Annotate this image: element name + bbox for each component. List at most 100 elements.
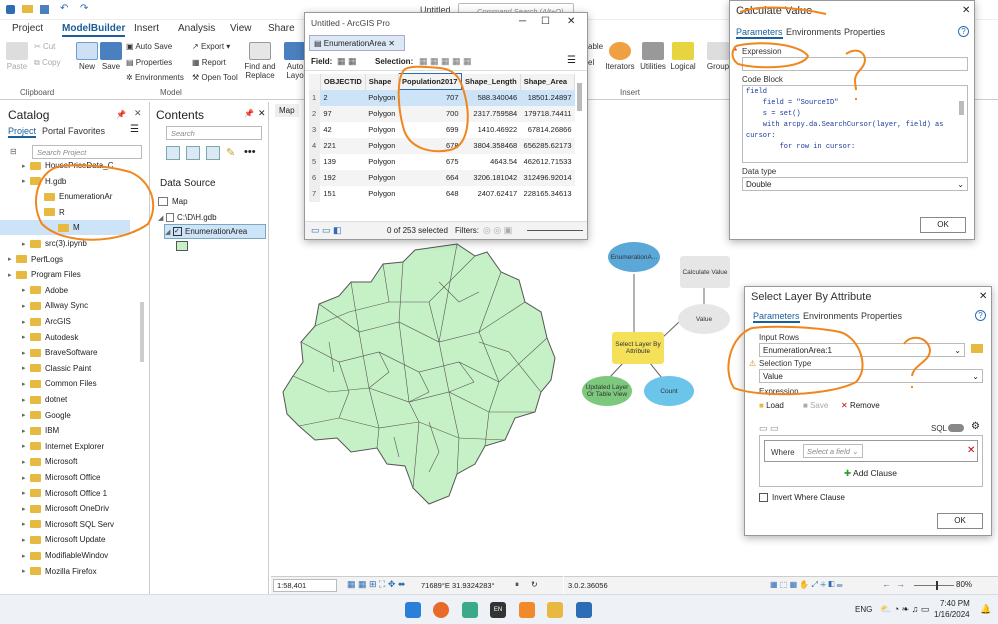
new-project-icon[interactable] [6, 5, 15, 14]
tree-item[interactable]: EnumerationAr [0, 189, 112, 204]
tree-item[interactable]: ▸ Microsoft Update [0, 532, 105, 547]
save-model-button[interactable]: Save [100, 42, 122, 71]
value-node[interactable]: Value [678, 304, 730, 334]
undo-icon[interactable]: ↶ [60, 3, 68, 14]
tab-insert[interactable]: Insert [134, 23, 159, 34]
paste-button[interactable]: Paste [6, 42, 28, 71]
enumeration-area-node[interactable]: EnumerationA... [608, 242, 660, 272]
chevron-right-icon[interactable]: ▸ [22, 318, 30, 326]
refresh-icon[interactable]: ↻ [531, 580, 538, 589]
close-icon[interactable]: ✕ [567, 16, 575, 27]
iterators-button[interactable]: Iterators [605, 42, 635, 71]
chevron-right-icon[interactable]: ▸ [22, 567, 30, 575]
tree-item[interactable]: ▸ Classic Paint [0, 361, 91, 376]
select-tab-environments[interactable]: Environments [803, 311, 858, 321]
chevron-right-icon[interactable]: ▸ [22, 302, 30, 310]
paint-icon[interactable] [519, 602, 535, 618]
table-tab[interactable]: ▤ EnumerationArea ✕ [309, 35, 405, 51]
chevron-right-icon[interactable]: ▸ [22, 286, 30, 294]
zoom-slider-thumb[interactable] [936, 581, 938, 590]
file-explorer-icon[interactable] [547, 602, 563, 618]
column-header[interactable]: Population2017 [398, 73, 463, 90]
invert-checkbox[interactable]: Invert Where Clause [759, 493, 845, 502]
tree-item[interactable]: ▸ HousePriceData_C [0, 158, 113, 173]
column-header[interactable]: Shape_Length [461, 73, 521, 90]
tree-item[interactable]: ▸ Allway Sync [0, 298, 88, 313]
chevron-right-icon[interactable]: ▸ [22, 333, 30, 341]
catalog-search-input[interactable]: Search Project [32, 145, 142, 159]
list-drawing-order-icon[interactable] [166, 146, 180, 160]
list-data-source-icon[interactable] [186, 146, 200, 160]
chevron-right-icon[interactable]: ▸ [22, 427, 30, 435]
zoom-slider[interactable] [527, 230, 583, 231]
find-replace-button[interactable]: Find and Replace [242, 42, 278, 80]
close-tab-icon[interactable]: ✕ [388, 39, 395, 48]
chevron-right-icon[interactable]: ▸ [22, 489, 30, 497]
select-tab-properties[interactable]: Properties [861, 311, 902, 321]
properties-button[interactable]: ▤ Properties [126, 58, 172, 67]
table-row[interactable]: 1 2 Polygon 707 588.340046 18501.24897 [309, 89, 575, 106]
chevron-right-icon[interactable]: ▸ [8, 255, 16, 263]
remove-clause-icon[interactable]: ✕ [967, 445, 975, 456]
input-rows-select[interactable]: EnumerationArea:1 ⌄ [759, 343, 965, 357]
calculate-value-node[interactable]: Calculate Value [680, 256, 730, 288]
chevron-right-icon[interactable]: ▸ [22, 396, 30, 404]
scale-selector[interactable]: 1:58,401 [273, 579, 337, 592]
table-row[interactable]: 6 192 Polygon 664 3206.181042 312496.92014 [309, 169, 575, 186]
select-ok-button[interactable]: OK [937, 513, 983, 529]
selection-tools-icons[interactable]: ▦ ▦ ▦ ▦ ▦ [419, 56, 472, 67]
updated-layer-node[interactable]: Updated Layer Or Table View [582, 376, 632, 406]
tree-item[interactable]: ▸ ArcGIS [0, 314, 71, 329]
save-project-icon[interactable] [40, 5, 49, 14]
keyboard-icon[interactable]: EN [490, 602, 506, 618]
table-row[interactable]: 4 221 Polygon 678 3804.358468 656285.62173 [309, 137, 575, 154]
load-button[interactable]: ■ Load [759, 401, 784, 410]
tree-item[interactable]: ▸ ModifiableWindov [0, 548, 108, 563]
zoom-slider[interactable] [914, 585, 954, 586]
chevron-right-icon[interactable]: ▸ [22, 162, 30, 170]
tree-item[interactable]: ▸ Mozilla Firefox [0, 564, 97, 579]
tree-item[interactable]: ▸ dotnet [0, 392, 67, 407]
clause-mode-icons[interactable]: ▭ ▭ [759, 423, 779, 434]
column-header[interactable]: OBJECTID [320, 73, 366, 90]
chevron-right-icon[interactable]: ▸ [22, 458, 30, 466]
environments-button[interactable]: ✲ Environments [126, 73, 184, 82]
utilities-button[interactable]: Utilities [638, 42, 668, 71]
chevron-right-icon[interactable]: ▸ [22, 349, 30, 357]
table-row[interactable]: 2 97 Polygon 700 2317.759584 179718.74411 [309, 105, 575, 122]
expression-input[interactable] [742, 57, 968, 71]
contents-search-input[interactable]: Search [166, 126, 262, 140]
table-button[interactable]: able [588, 42, 603, 51]
chevron-right-icon[interactable]: ▸ [22, 177, 30, 185]
close-icon[interactable]: ✕ [258, 108, 266, 119]
tree-item[interactable]: ▸ Common Files [0, 376, 97, 391]
list-selection-icon[interactable] [206, 146, 220, 160]
tab-view[interactable]: View [230, 23, 252, 34]
pin-icon[interactable]: 📌 [244, 109, 254, 118]
column-header[interactable]: Shape_Area [520, 73, 575, 90]
arcgis-pro-icon[interactable] [576, 602, 592, 618]
report-button[interactable]: ▦ Report [192, 58, 226, 67]
chevron-right-icon[interactable]: ▸ [22, 536, 30, 544]
windows-start-icon[interactable] [405, 602, 421, 618]
map-tab[interactable]: Map [275, 104, 299, 117]
tray-icons[interactable]: ⛅ ◔ ❧ ♫ ▭ [880, 604, 929, 615]
chevron-right-icon[interactable]: ▸ [8, 271, 16, 279]
auto-save-toggle[interactable]: ▣ Auto Save [126, 42, 172, 51]
tab-project[interactable]: Project [12, 23, 43, 34]
model-button[interactable]: el [588, 58, 594, 67]
back-icon[interactable]: ← [882, 579, 891, 589]
tree-item[interactable]: ▸ H.gdb [0, 174, 66, 189]
chevron-right-icon[interactable]: ▸ [22, 552, 30, 560]
minimize-icon[interactable]: ─ [519, 16, 526, 27]
tree-item[interactable]: ▸ Microsoft Office [0, 470, 100, 485]
model-nav-icons[interactable]: ▦ ⬚ ▦ ✋ ⤢ ✳ ◧ ☰ [770, 580, 843, 590]
code-block-editor[interactable]: field field = "SourceID" s = set() with … [742, 85, 968, 163]
gear-icon[interactable]: ⚙ [971, 421, 980, 432]
new-model-button[interactable]: New [76, 42, 98, 71]
tree-item[interactable]: ▸ Microsoft Office 1 [0, 486, 107, 501]
catalog-scrollbar[interactable] [140, 302, 144, 362]
table-row[interactable]: 3 42 Polygon 699 1410.46922 67814.26866 [309, 121, 575, 138]
copy-button[interactable]: ⧉ Copy [34, 58, 61, 68]
collapse-icon[interactable]: ⊟ [10, 147, 17, 156]
